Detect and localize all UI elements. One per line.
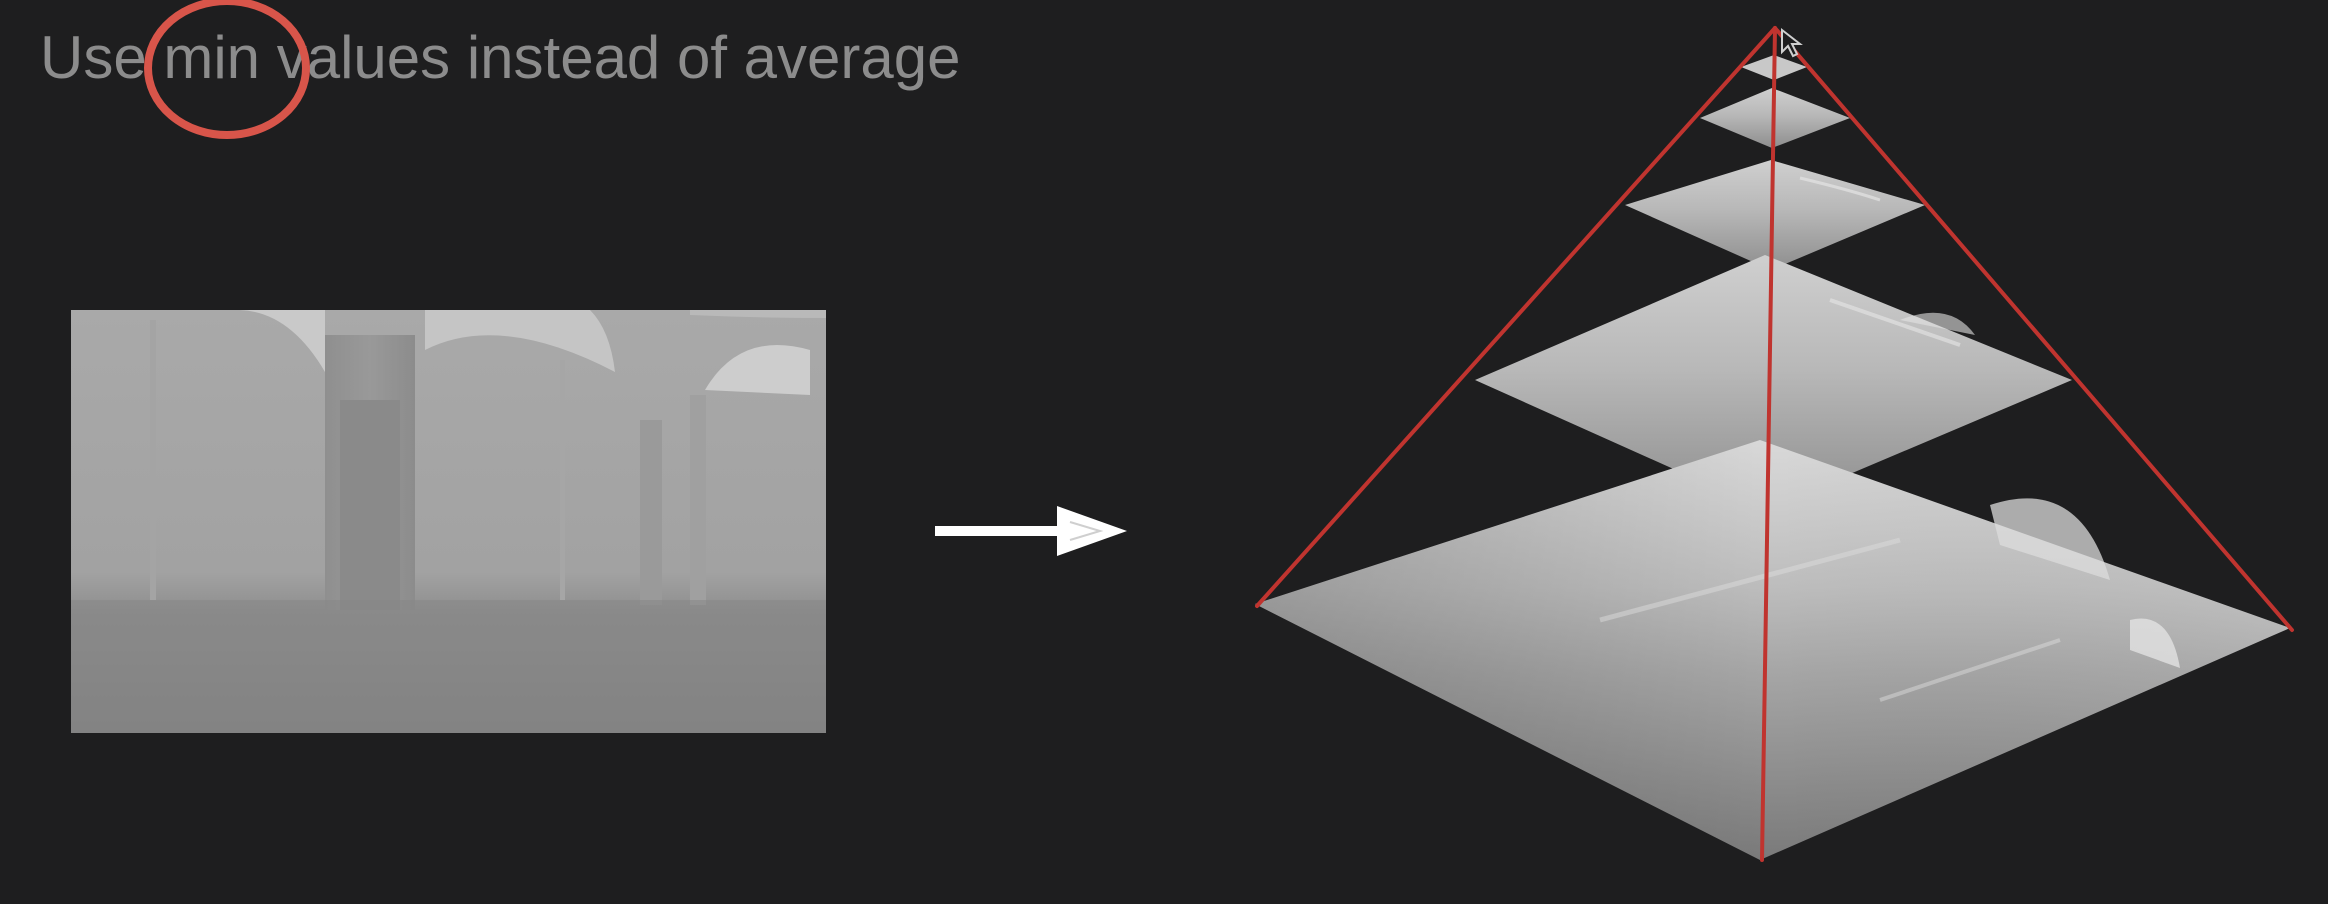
pyramid-level-3 (1625, 160, 1925, 270)
depth-buffer-image (71, 310, 826, 733)
highlight-circle (144, 0, 310, 139)
pyramid-diagram (1255, 26, 2294, 862)
min-pyramid-diagram (71, 0, 2294, 862)
arrow-right (935, 506, 1127, 556)
